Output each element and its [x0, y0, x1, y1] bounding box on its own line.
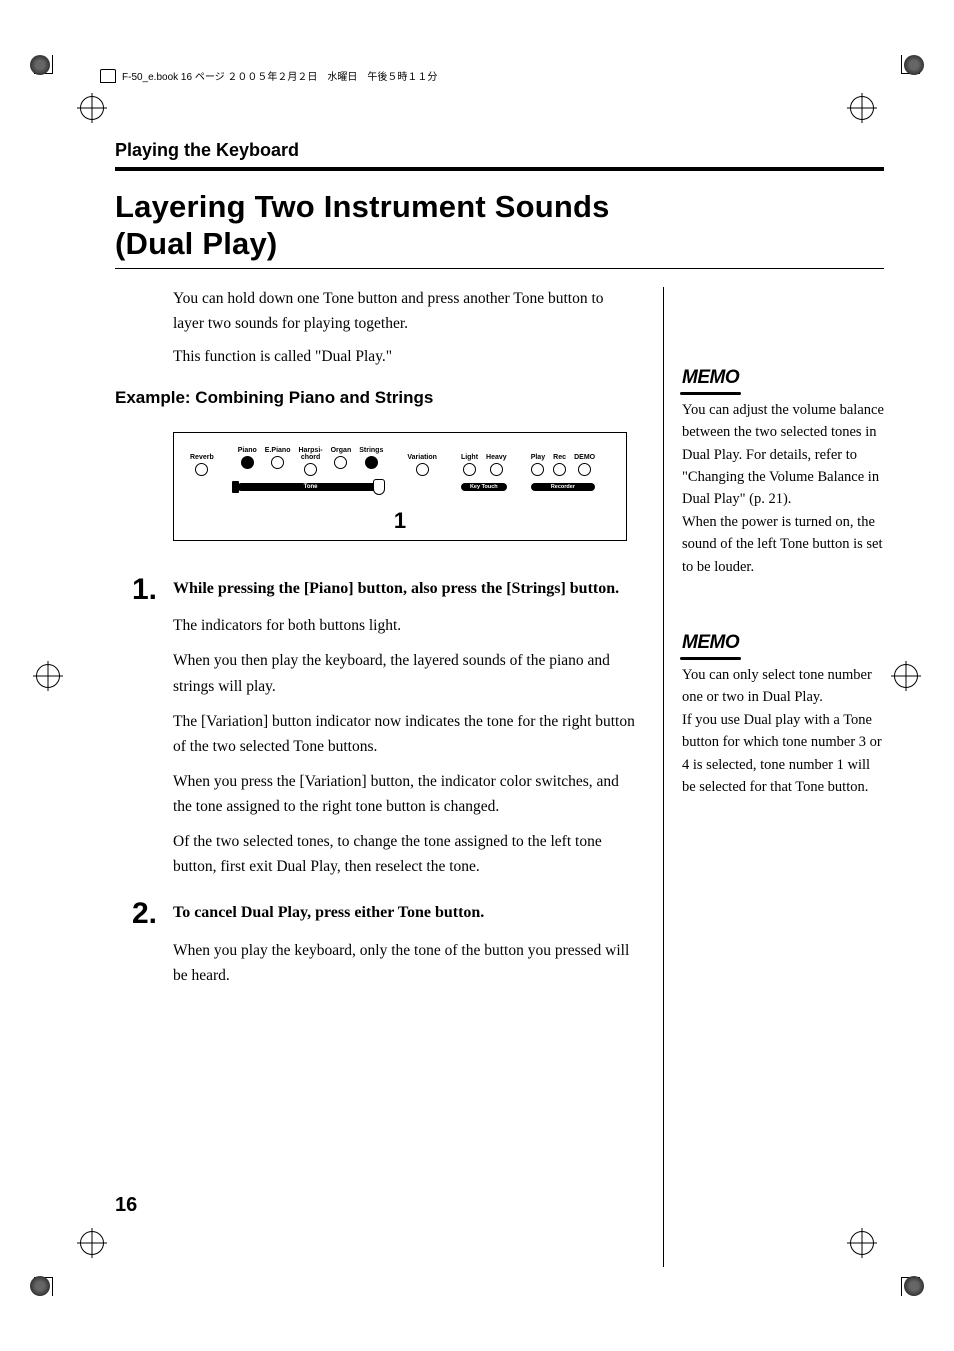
variation-button: Variation — [407, 454, 437, 476]
led-icon — [463, 463, 476, 476]
step-text: The indicators for both buttons light. — [173, 613, 635, 638]
led-icon — [365, 456, 378, 469]
book-icon — [100, 69, 116, 83]
step-lead: To cancel Dual Play, press either Tone b… — [173, 899, 635, 928]
step-number: 2 — [115, 899, 157, 998]
knob-icon — [373, 479, 385, 495]
title-line: (Dual Play) — [115, 226, 277, 261]
intro-block: You can hold down one Tone button and pr… — [173, 287, 635, 369]
step-text: When you play the keyboard, only the ton… — [173, 938, 635, 988]
example-subhead: Example: Combining Piano and Strings — [115, 388, 635, 408]
callout-number: 1 — [190, 508, 610, 534]
led-icon — [334, 456, 347, 469]
running-head: Playing the Keyboard — [115, 140, 884, 161]
recorder-group: Play Rec DEMO Recorder — [531, 454, 595, 476]
reverb-button: Reverb — [190, 454, 214, 476]
tone-buttons: Piano E.Piano Harpsi- chord Organ String… — [238, 447, 384, 476]
side-column: MEMO You can adjust the volume balance b… — [663, 287, 884, 1267]
panel-label: Light — [461, 454, 478, 461]
panel-label: Reverb — [190, 454, 214, 461]
memo-block: MEMO You can adjust the volume balance b… — [682, 363, 884, 578]
memo-text: You can only select tone number one or t… — [682, 664, 884, 799]
key-touch-pill: Key Touch — [461, 483, 507, 491]
memo-icon: MEMO — [682, 363, 739, 392]
page-title: Layering Two Instrument Sounds (Dual Pla… — [115, 189, 884, 262]
memo-block: MEMO You can only select tone number one… — [682, 628, 884, 798]
registration-mark-icon — [80, 1231, 104, 1255]
led-icon — [531, 463, 544, 476]
panel-label: Variation — [407, 454, 437, 461]
color-dot-icon — [904, 1276, 924, 1296]
intro-text: You can hold down one Tone button and pr… — [173, 287, 635, 337]
led-icon — [304, 463, 317, 476]
step-2: 2 To cancel Dual Play, press either Tone… — [115, 899, 635, 998]
panel-label: DEMO — [574, 454, 595, 461]
panel-label: Rec — [553, 454, 566, 461]
title-line: Layering Two Instrument Sounds — [115, 189, 610, 224]
title-rule — [115, 268, 884, 269]
led-icon — [416, 463, 429, 476]
color-dot-icon — [904, 55, 924, 75]
page-number: 16 — [115, 1194, 137, 1217]
main-column: You can hold down one Tone button and pr… — [115, 287, 635, 1267]
registration-mark-icon — [894, 664, 918, 688]
step-number: 1 — [115, 575, 157, 890]
panel-label: Play — [531, 454, 545, 461]
memo-icon: MEMO — [682, 628, 739, 657]
intro-text: This function is called "Dual Play." — [173, 345, 635, 370]
registration-mark-icon — [850, 96, 874, 120]
color-dot-icon — [30, 55, 50, 75]
registration-mark-icon — [80, 96, 104, 120]
registration-mark-icon — [36, 664, 60, 688]
panel-label: Organ — [331, 447, 352, 454]
panel-label: E.Piano — [265, 447, 291, 454]
key-touch-group: Light Heavy Key Touch — [461, 454, 507, 476]
panel-label: Harpsi- chord — [298, 447, 322, 461]
led-icon — [241, 456, 254, 469]
step-1: 1 While pressing the [Piano] button, als… — [115, 575, 635, 890]
memo-text: You can adjust the volume balance betwee… — [682, 399, 884, 579]
tone-bar: Tone — [238, 483, 384, 491]
step-text: When you then play the keyboard, the lay… — [173, 648, 635, 698]
led-icon — [553, 463, 566, 476]
step-text: The [Variation] button indicator now ind… — [173, 709, 635, 759]
panel-label: Heavy — [486, 454, 507, 461]
header-strip-text: F-50_e.book 16 ページ ２００５年２月２日 水曜日 午後５時１１分 — [122, 68, 437, 83]
color-dot-icon — [30, 1276, 50, 1296]
header-strip: F-50_e.book 16 ページ ２００５年２月２日 水曜日 午後５時１１分 — [100, 68, 437, 83]
page-content: Playing the Keyboard Layering Two Instru… — [115, 140, 884, 1211]
heavy-rule — [115, 167, 884, 171]
step-lead: While pressing the [Piano] button, also … — [173, 575, 635, 604]
control-panel-diagram: Reverb Piano E.Piano Harpsi- chord Organ… — [173, 432, 627, 541]
led-icon — [271, 456, 284, 469]
led-icon — [490, 463, 503, 476]
led-icon — [578, 463, 591, 476]
panel-label: Strings — [359, 447, 383, 454]
led-icon — [195, 463, 208, 476]
step-text: When you press the [Variation] button, t… — [173, 769, 635, 819]
recorder-pill: Recorder — [531, 483, 595, 491]
step-text: Of the two selected tones, to change the… — [173, 829, 635, 879]
panel-label: Piano — [238, 447, 257, 454]
